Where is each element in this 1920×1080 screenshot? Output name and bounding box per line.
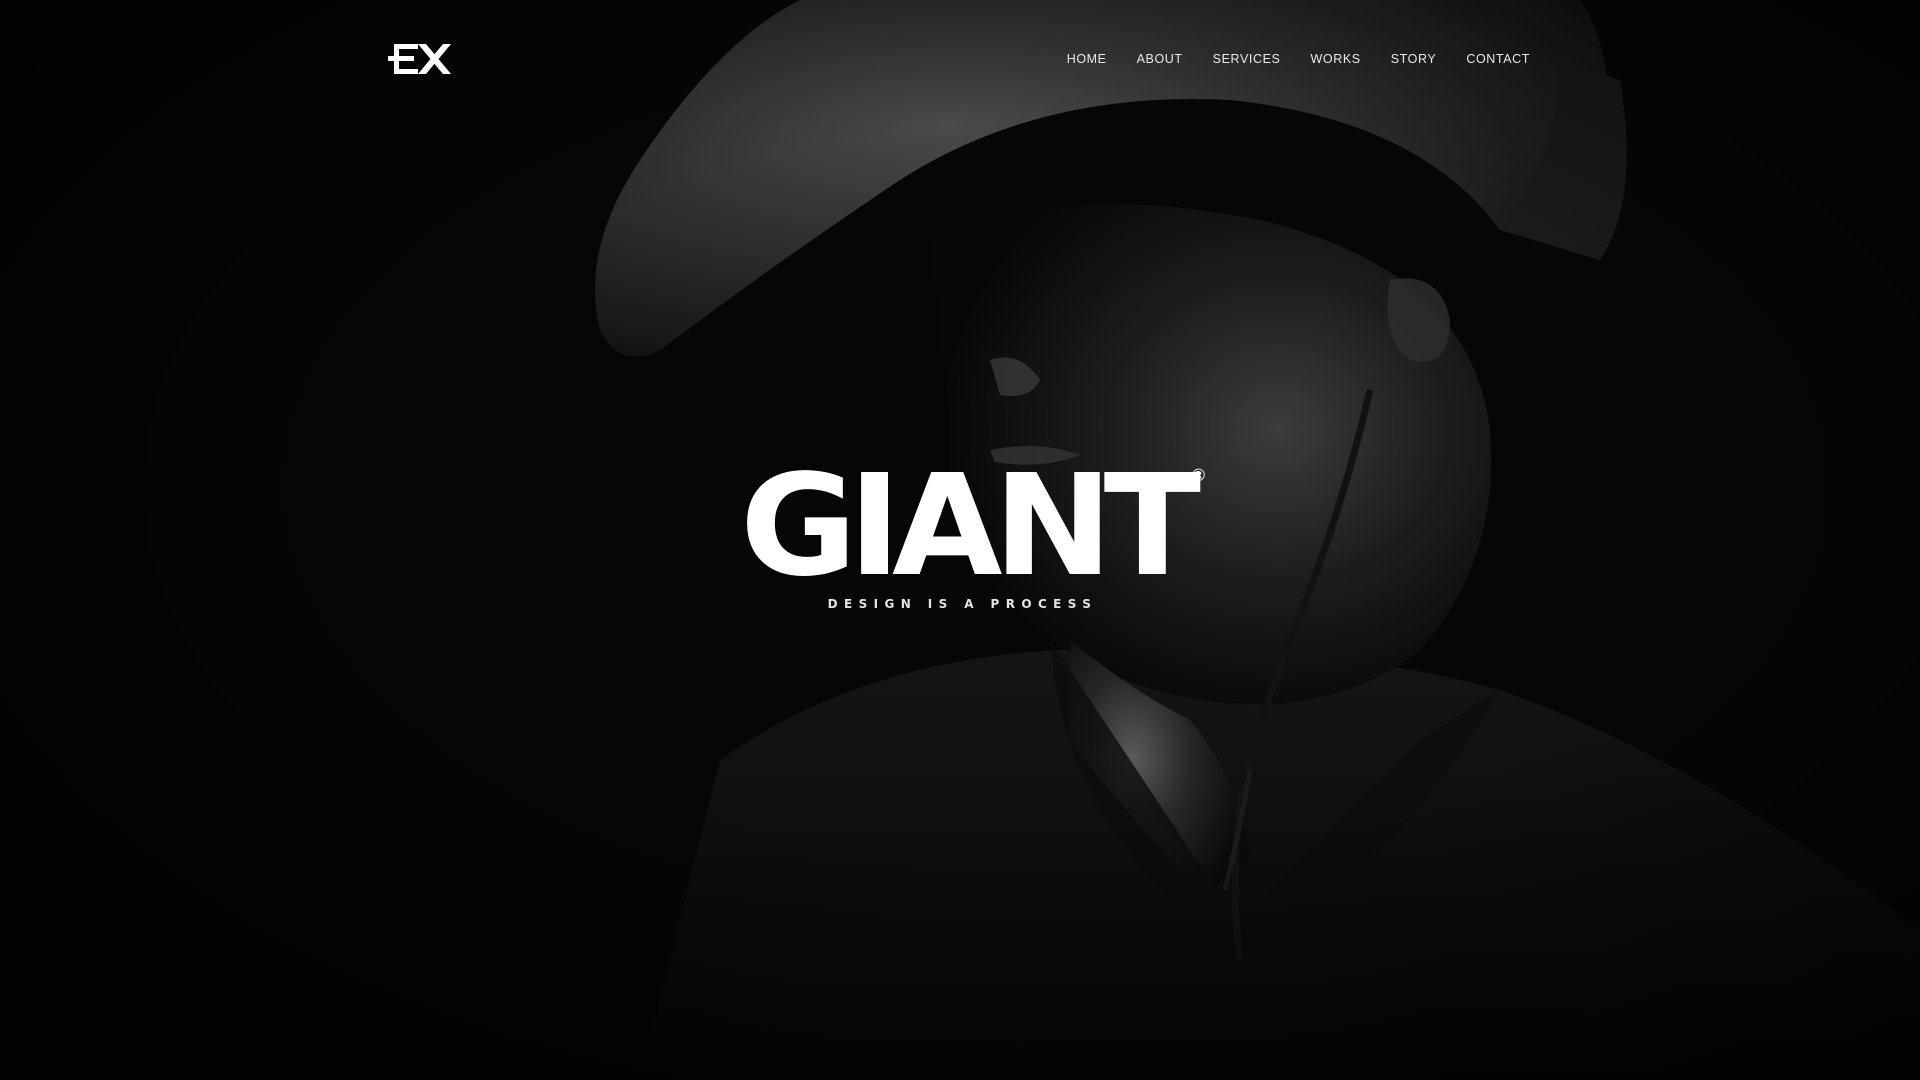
nav-item-home[interactable]: HOME xyxy=(1067,50,1107,68)
nav-item-contact[interactable]: CONTACT xyxy=(1466,50,1530,68)
registered-mark: ® xyxy=(1190,466,1207,486)
nav-item-about[interactable]: ABOUT xyxy=(1137,50,1183,68)
nav-item-works[interactable]: WORKS xyxy=(1310,50,1360,68)
main-navigation: HOME ABOUT SERVICES WORKS STORY CONTACT xyxy=(1037,50,1530,68)
nav-item-services[interactable]: SERVICES xyxy=(1213,50,1281,68)
ex-logo-icon[interactable] xyxy=(388,38,452,80)
hero-title-group: GIANT ® xyxy=(740,445,1210,608)
hero-title: GIANT xyxy=(740,445,1201,608)
hero-tagline: DESIGN IS A PROCESS xyxy=(827,597,1098,611)
hero-page: HOME ABOUT SERVICES WORKS STORY CONTACT … xyxy=(0,0,1920,1080)
nav-item-story[interactable]: STORY xyxy=(1391,50,1437,68)
